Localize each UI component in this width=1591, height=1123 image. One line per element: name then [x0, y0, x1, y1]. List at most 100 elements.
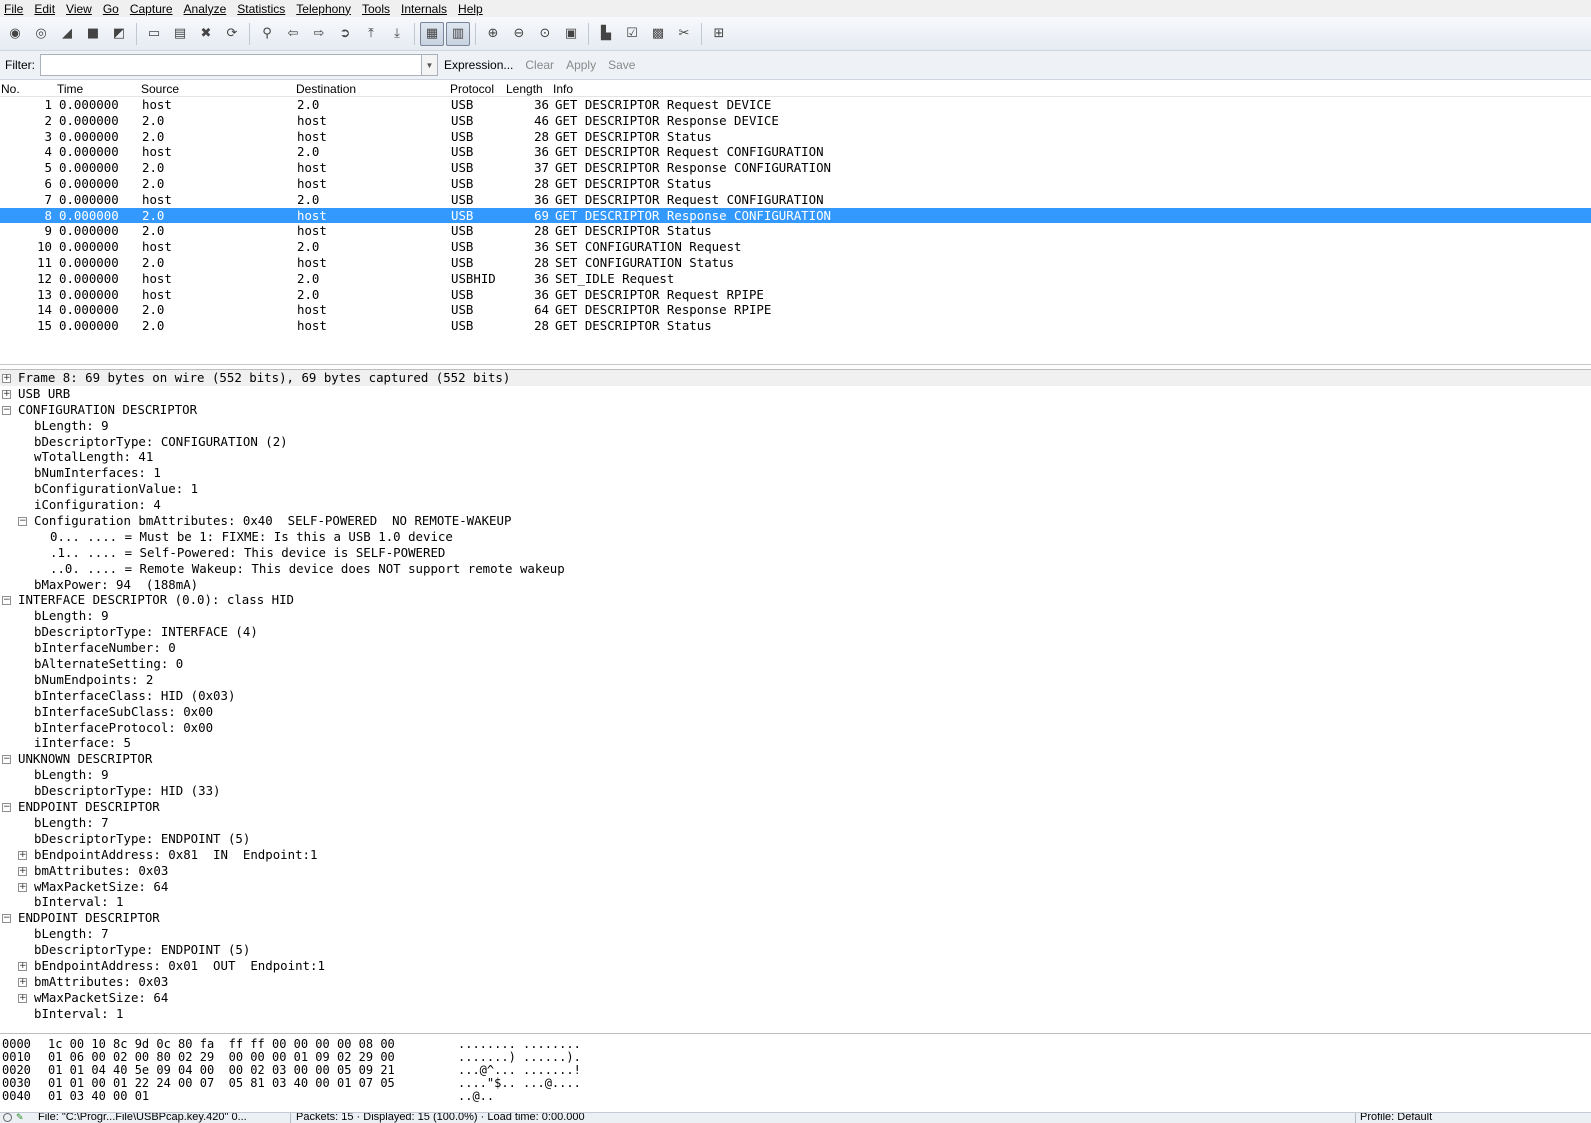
go-first-button[interactable]: ⤒ — [359, 22, 383, 46]
menu-help[interactable]: Help — [458, 2, 483, 16]
open-file-button[interactable]: ▭ — [142, 22, 166, 46]
packet-list[interactable]: No. Time Source Destination Protocol Len… — [0, 81, 1591, 365]
save-file-button[interactable]: ▤ — [168, 22, 192, 46]
detail-tree-item[interactable]: wTotalLength: 41 — [0, 449, 1591, 465]
detail-tree-item[interactable]: bConfigurationValue: 1 — [0, 481, 1591, 497]
detail-tree-item[interactable]: + wMaxPacketSize: 64 — [0, 879, 1591, 895]
detail-tree-item[interactable]: bInterfaceSubClass: 0x00 — [0, 704, 1591, 720]
help-button[interactable]: ⊞ — [707, 22, 731, 46]
detail-tree-item[interactable]: bLength: 7 — [0, 926, 1591, 942]
interfaces-button[interactable]: ◉ — [3, 22, 27, 46]
display-filters-button[interactable]: ☑ — [620, 22, 644, 46]
start-capture-button[interactable]: ◢ — [55, 22, 79, 46]
detail-tree-item[interactable]: − UNKNOWN DESCRIPTOR — [0, 751, 1591, 767]
go-to-packet-button[interactable]: ➲ — [333, 22, 357, 46]
expand-icon[interactable]: + — [18, 977, 27, 987]
detail-tree-item[interactable]: + bmAttributes: 0x03 — [0, 974, 1591, 990]
detail-tree-item[interactable]: bLength: 7 — [0, 815, 1591, 831]
go-last-button[interactable]: ⤓ — [385, 22, 409, 46]
expand-icon[interactable]: + — [18, 993, 27, 1003]
bytes-hex[interactable]: 01 03 40 00 01 — [48, 1090, 149, 1103]
menu-telephony[interactable]: Telephony — [296, 2, 351, 16]
packet-row[interactable]: 2 0.000000 2.0 host USB 46 GET DESCRIPTOR Resp… — [0, 113, 1591, 129]
collapse-icon[interactable]: − — [2, 755, 11, 765]
detail-tree-item[interactable]: − CONFIGURATION DESCRIPTOR — [0, 402, 1591, 418]
column-header-time[interactable]: Time — [57, 82, 83, 96]
colorize-button[interactable]: ▦ — [420, 21, 444, 46]
detail-tree-item[interactable]: + wMaxPacketSize: 64 — [0, 990, 1591, 1006]
detail-tree-item[interactable]: iInterface: 5 — [0, 735, 1591, 751]
reload-button[interactable]: ⟳ — [220, 22, 244, 46]
detail-tree-item[interactable]: bInterfaceClass: HID (0x03) — [0, 688, 1591, 704]
detail-tree-item[interactable]: bInterval: 1 — [0, 1006, 1591, 1022]
packet-row[interactable]: 1 0.000000 host 2.0 USB 36 GET DESCRIPTOR Requ… — [0, 97, 1591, 113]
detail-tree-item[interactable]: bLength: 9 — [0, 767, 1591, 783]
auto-scroll-button[interactable]: ▥ — [446, 21, 470, 46]
collapse-icon[interactable]: − — [18, 517, 27, 527]
bytes-ascii[interactable]: ..@.. — [458, 1090, 494, 1103]
detail-tree-item[interactable]: + bEndpointAddress: 0x01 OUT Endpoint:1 — [0, 958, 1591, 974]
restart-capture-button[interactable]: ◩ — [107, 22, 131, 46]
column-header-info[interactable]: Info — [553, 82, 573, 96]
packet-row[interactable]: 6 0.000000 2.0 host USB 28 GET DESCRIPTOR Stat… — [0, 176, 1591, 192]
detail-tree-item[interactable]: + USB URB — [0, 386, 1591, 402]
capture-options-button[interactable]: ◎ — [29, 22, 53, 46]
expand-icon[interactable]: + — [2, 389, 11, 399]
expression-button[interactable]: Expression... — [444, 58, 513, 72]
display-filter-input[interactable] — [40, 54, 422, 76]
preferences-button[interactable]: ✂ — [672, 22, 696, 46]
menu-analyze[interactable]: Analyze — [184, 2, 227, 16]
column-header-length[interactable]: Length — [506, 82, 543, 96]
packet-row[interactable]: 14 0.000000 2.0 host USB 64 GET DESCRIPTOR Res… — [0, 302, 1591, 318]
detail-tree-item[interactable]: bDescriptorType: ENDPOINT (5) — [0, 942, 1591, 958]
column-header-protocol[interactable]: Protocol — [450, 82, 494, 96]
detail-tree-item[interactable]: − INTERFACE DESCRIPTOR (0.0): class HID — [0, 592, 1591, 608]
detail-tree-item[interactable]: + bEndpointAddress: 0x81 IN Endpoint:1 — [0, 847, 1591, 863]
capture-filters-button[interactable]: ▙ — [594, 22, 618, 46]
detail-tree-item[interactable]: bMaxPower: 94 (188mA) — [0, 577, 1591, 593]
menu-internals[interactable]: Internals — [401, 2, 447, 16]
detail-tree-item[interactable]: ..0. .... = Remote Wakeup: This device d… — [0, 561, 1591, 577]
collapse-icon[interactable]: − — [2, 596, 11, 606]
packet-row[interactable]: 8 0.000000 2.0 host USB 69 GET DESCRIPTOR Resp… — [0, 207, 1591, 224]
find-packet-button[interactable]: ⚲ — [255, 22, 279, 46]
menu-file[interactable]: File — [4, 2, 23, 16]
expand-icon[interactable]: + — [18, 850, 27, 860]
packet-row[interactable]: 7 0.000000 host 2.0 USB 36 GET DESCRIPTOR Requ… — [0, 192, 1591, 208]
go-forward-button[interactable]: ⇨ — [307, 22, 331, 46]
packet-row[interactable]: 5 0.000000 2.0 host USB 37 GET DESCRIPTOR Resp… — [0, 160, 1591, 176]
packet-bytes-pane[interactable]: 0000 1c 00 10 8c 9d 0c 80 fa ff ff 00 00 … — [0, 1038, 1591, 1108]
column-header-destination[interactable]: Destination — [296, 82, 356, 96]
detail-tree-item[interactable]: bNumInterfaces: 1 — [0, 465, 1591, 481]
column-header-source[interactable]: Source — [141, 82, 179, 96]
menu-capture[interactable]: Capture — [130, 2, 173, 16]
packet-row[interactable]: 10 0.000000 host 2.0 USB 36 SET CONFIGURATION … — [0, 239, 1591, 255]
detail-tree-item[interactable]: iConfiguration: 4 — [0, 497, 1591, 513]
collapse-icon[interactable]: − — [2, 914, 11, 924]
normal-size-button[interactable]: ⊙ — [533, 22, 557, 46]
packet-row[interactable]: 4 0.000000 host 2.0 USB 36 GET DESCRIPTOR Requ… — [0, 144, 1591, 160]
packet-row[interactable]: 11 0.000000 2.0 host USB 28 SET CONFIGURATION … — [0, 255, 1591, 271]
zoom-in-button[interactable]: ⊕ — [481, 22, 505, 46]
packet-row[interactable]: 15 0.000000 2.0 host USB 28 GET DESCRIPTOR Sta… — [0, 318, 1591, 334]
detail-tree-item[interactable]: bDescriptorType: CONFIGURATION (2) — [0, 434, 1591, 450]
capture-comment-icon[interactable]: ✎ — [16, 1113, 25, 1122]
detail-tree-item[interactable]: bDescriptorType: ENDPOINT (5) — [0, 831, 1591, 847]
go-back-button[interactable]: ⇦ — [281, 22, 305, 46]
menu-statistics[interactable]: Statistics — [237, 2, 285, 16]
expand-icon[interactable]: + — [18, 961, 27, 971]
detail-tree-item[interactable]: bLength: 9 — [0, 608, 1591, 624]
filter-history-dropdown[interactable]: ▼ — [422, 54, 438, 76]
detail-tree-item[interactable]: bDescriptorType: INTERFACE (4) — [0, 624, 1591, 640]
detail-tree-item[interactable]: bInterfaceProtocol: 0x00 — [0, 720, 1591, 736]
detail-tree-item[interactable]: 0... .... = Must be 1: FIXME: Is this a … — [0, 529, 1591, 545]
coloring-rules-button[interactable]: ▩ — [646, 22, 670, 46]
packet-row[interactable]: 9 0.000000 2.0 host USB 28 GET DESCRIPTOR Stat… — [0, 223, 1591, 239]
menu-edit[interactable]: Edit — [34, 2, 55, 16]
packet-row[interactable]: 3 0.000000 2.0 host USB 28 GET DESCRIPTOR Stat… — [0, 129, 1591, 145]
clear-filter-button[interactable]: Clear — [525, 58, 554, 72]
zoom-out-button[interactable]: ⊖ — [507, 22, 531, 46]
expand-icon[interactable]: + — [18, 882, 27, 892]
detail-tree-item[interactable]: + bmAttributes: 0x03 — [0, 863, 1591, 879]
status-profile[interactable]: Profile: Default — [1360, 1113, 1432, 1123]
